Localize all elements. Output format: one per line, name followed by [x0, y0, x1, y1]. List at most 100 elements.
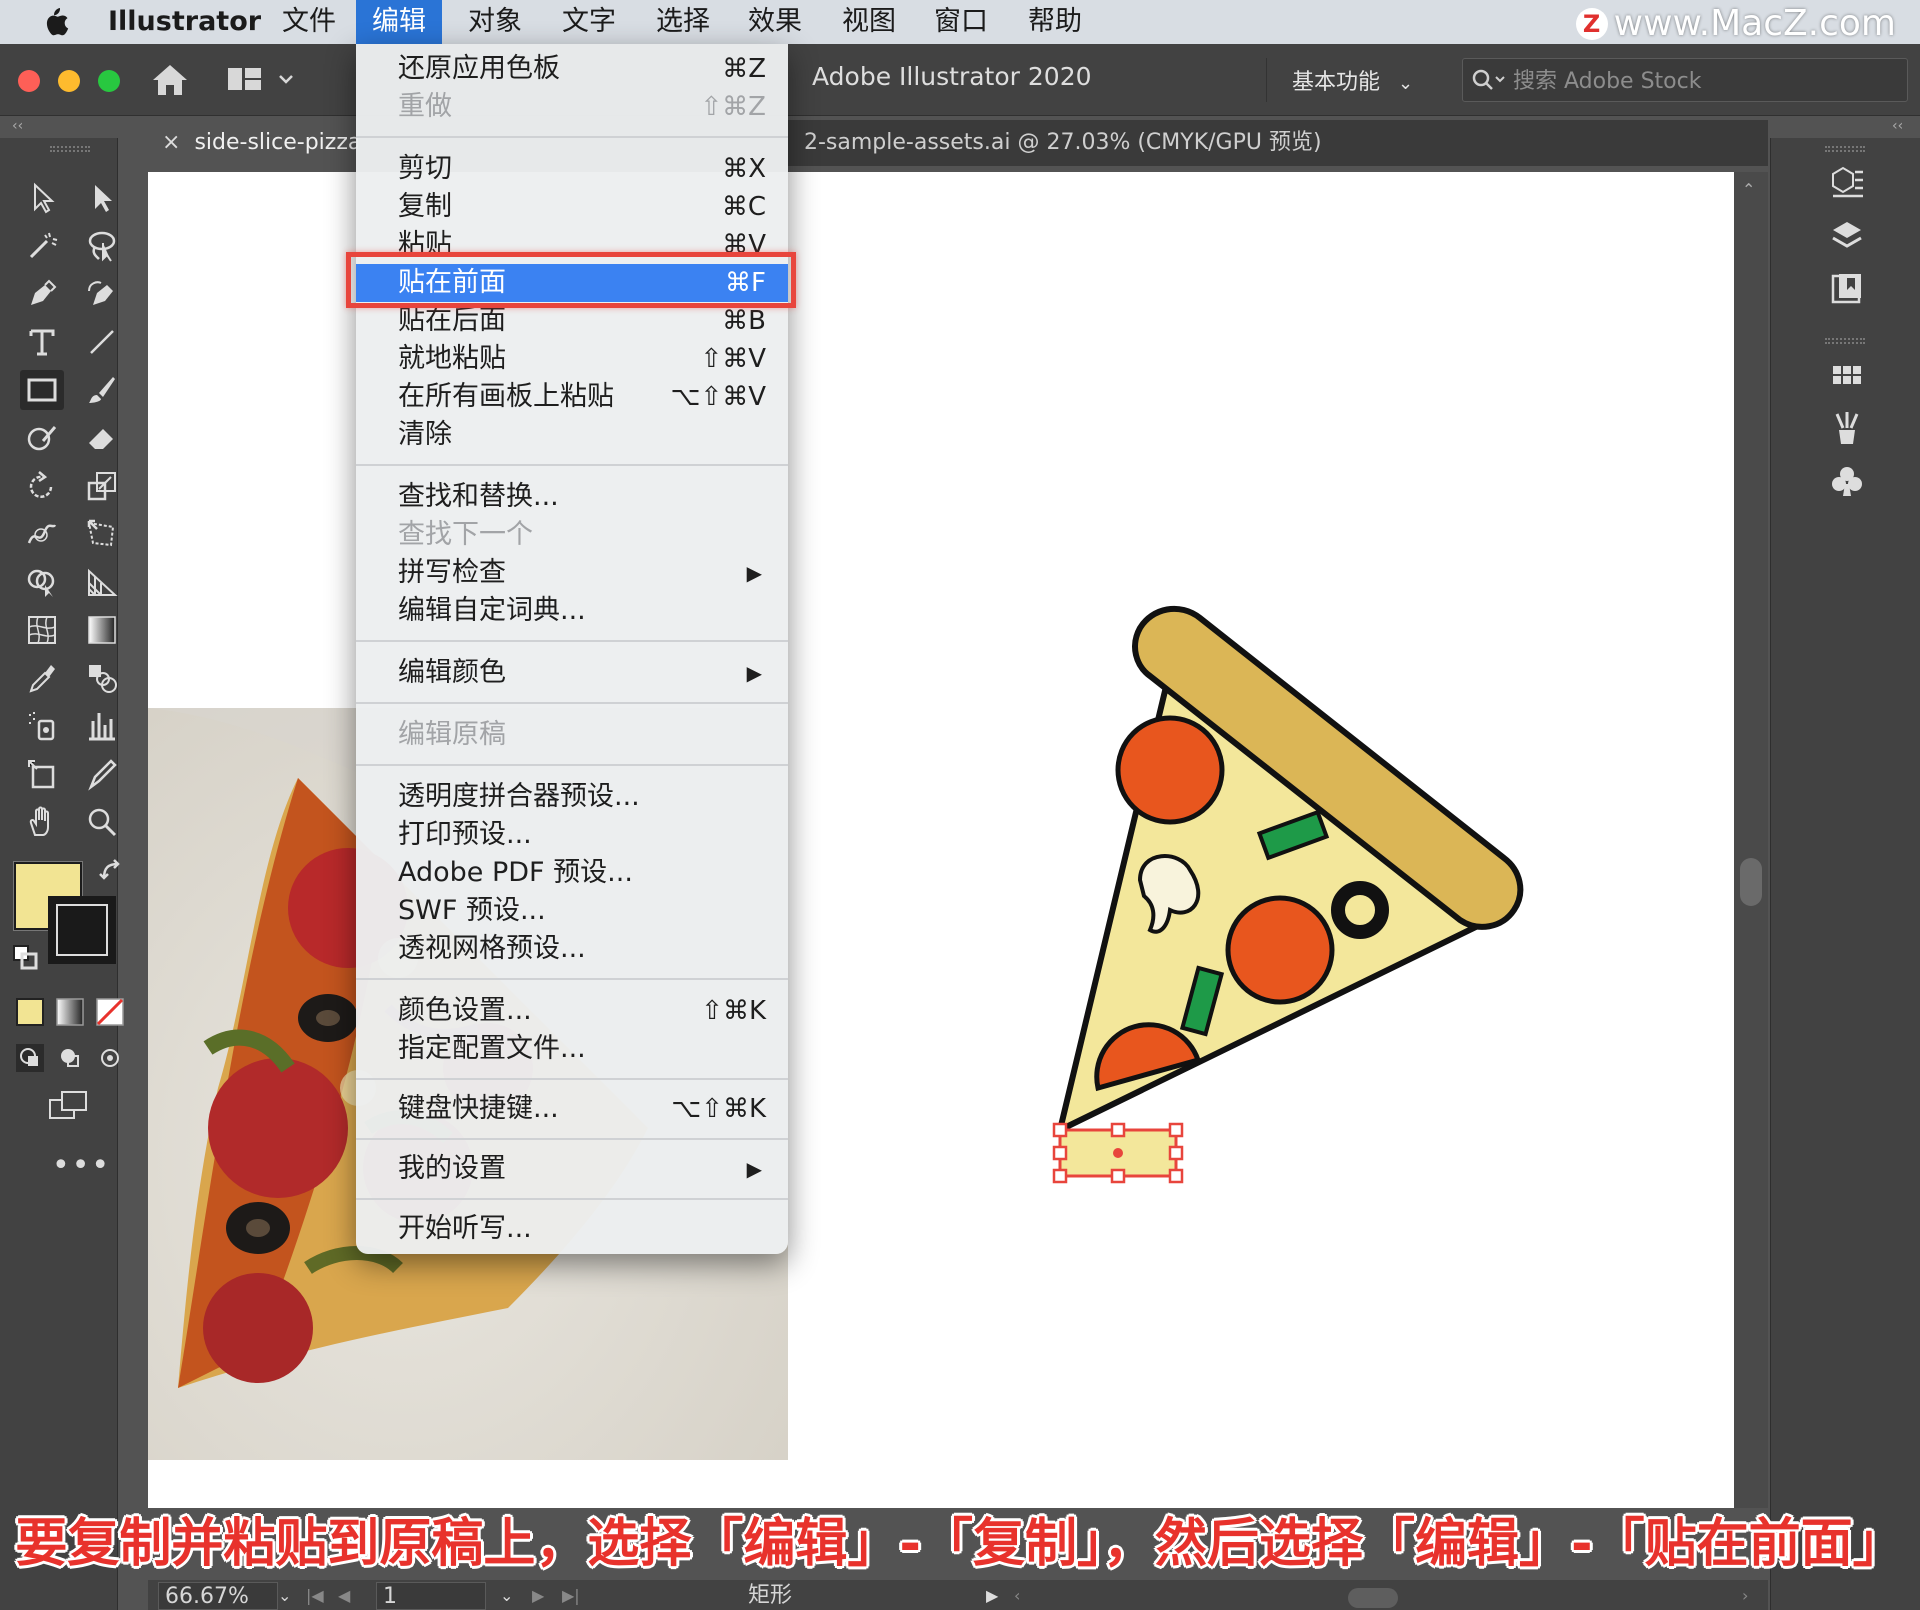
none-mode-icon[interactable] — [96, 998, 124, 1026]
symbol-sprayer-tool[interactable] — [20, 706, 64, 746]
window-close-button[interactable] — [18, 70, 40, 92]
tab-sample-assets[interactable]: 2-sample-assets.ai @ 27.03% (CMYK/GPU 预览… — [798, 120, 1458, 166]
menu-item-keyboard-shortcuts[interactable]: 键盘快捷键... ⌥⇧⌘K — [356, 1090, 788, 1128]
swap-fill-stroke-icon[interactable] — [98, 858, 126, 886]
arrange-documents-icon[interactable] — [228, 66, 296, 94]
vertical-scrollbar[interactable]: ⌃ — [1734, 172, 1768, 1508]
first-artboard-icon[interactable]: |◀ — [306, 1582, 324, 1610]
menu-type[interactable]: 文字 — [546, 0, 632, 44]
properties-panel-icon[interactable] — [1829, 164, 1865, 200]
eyedropper-tool[interactable] — [20, 658, 64, 698]
eraser-tool[interactable] — [80, 418, 124, 458]
type-tool[interactable] — [20, 322, 64, 362]
chevron-down-icon[interactable]: ⌄ — [278, 1582, 291, 1610]
home-icon[interactable] — [150, 62, 190, 98]
menu-item-transparency-flattener-presets[interactable]: 透明度拼合器预设... — [356, 778, 788, 816]
shaper-tool[interactable] — [20, 418, 64, 458]
zoom-tool[interactable] — [80, 802, 124, 842]
direct-selection-tool[interactable] — [80, 178, 124, 218]
menu-help[interactable]: 帮助 — [1012, 0, 1098, 44]
workspace-switcher[interactable]: 基本功能 ⌄ — [1292, 64, 1413, 96]
slice-tool[interactable] — [80, 754, 124, 794]
window-minimize-button[interactable] — [58, 70, 80, 92]
paintbrush-tool[interactable] — [80, 370, 124, 410]
edit-toolbar-button[interactable]: ••• — [52, 1148, 111, 1183]
screen-mode-icon[interactable] — [48, 1088, 88, 1124]
scroll-right-icon[interactable]: › — [1742, 1582, 1748, 1610]
panel-grip[interactable] — [1825, 338, 1865, 344]
menu-item-paste-in-place[interactable]: 就地粘贴 ⇧⌘V — [356, 340, 788, 378]
adobe-stock-search[interactable] — [1462, 58, 1908, 102]
shape-builder-tool[interactable] — [20, 562, 64, 602]
scroll-left-icon[interactable]: ‹ — [1014, 1582, 1020, 1610]
menu-edit[interactable]: 编辑 — [356, 0, 442, 44]
menu-item-clear[interactable]: 清除 — [356, 416, 788, 454]
window-zoom-button[interactable] — [98, 70, 120, 92]
menu-item-find-replace[interactable]: 查找和替换... — [356, 478, 788, 516]
chevron-up-icon[interactable]: ⌃ — [1742, 180, 1755, 199]
menu-window[interactable]: 窗口 — [918, 0, 1004, 44]
symbols-panel-icon[interactable] — [1829, 464, 1865, 500]
panel-collapse-icon[interactable]: ‹‹ — [1892, 118, 1903, 134]
menu-item-paste-in-front[interactable]: 贴在前面 ⌘F — [356, 264, 788, 302]
menu-item-print-presets[interactable]: 打印预设... — [356, 816, 788, 854]
libraries-panel-icon[interactable] — [1829, 270, 1865, 306]
curvature-tool[interactable] — [80, 274, 124, 314]
layers-panel-icon[interactable] — [1829, 218, 1865, 254]
menu-item-copy[interactable]: 复制 ⌘C — [356, 188, 788, 226]
gradient-tool[interactable] — [80, 610, 124, 650]
menu-item-perspective-grid-presets[interactable]: 透视网格预设... — [356, 930, 788, 968]
status-menu-arrow-icon[interactable]: ▶ — [986, 1582, 998, 1610]
mesh-tool[interactable] — [20, 610, 64, 650]
brushes-panel-icon[interactable] — [1829, 410, 1865, 446]
last-artboard-icon[interactable]: ▶| — [562, 1582, 580, 1610]
search-input[interactable] — [1513, 65, 1893, 97]
menu-view[interactable]: 视图 — [826, 0, 912, 44]
tab-side-slice-pizza[interactable]: × side-slice-pizza- — [148, 120, 358, 166]
perspective-grid-tool[interactable] — [80, 562, 124, 602]
rectangle-tool[interactable] — [20, 370, 64, 410]
menu-app-illustrator[interactable]: Illustrator — [92, 0, 277, 44]
artboard-tool[interactable] — [20, 754, 64, 794]
line-segment-tool[interactable] — [80, 322, 124, 362]
blend-tool[interactable] — [80, 658, 124, 698]
scrollbar-thumb[interactable] — [1740, 858, 1762, 906]
pizza-slice-artwork[interactable] — [1040, 570, 1580, 1190]
menu-item-pdf-presets[interactable]: Adobe PDF 预设... — [356, 854, 788, 892]
menu-item-edit-custom-dictionary[interactable]: 编辑自定词典... — [356, 592, 788, 630]
menu-item-undo[interactable]: 还原应用色板 ⌘Z — [356, 50, 788, 88]
menu-item-assign-profile[interactable]: 指定配置文件... — [356, 1030, 788, 1068]
menu-item-paste-on-all-artboards[interactable]: 在所有画板上粘贴 ⌥⇧⌘V — [356, 378, 788, 416]
menu-item-swf-presets[interactable]: SWF 预设... — [356, 892, 788, 930]
chevron-down-icon[interactable]: ⌄ — [500, 1582, 513, 1610]
color-mode-icon[interactable] — [16, 998, 44, 1026]
menu-item-edit-colors[interactable]: 编辑颜色 ▶ — [356, 654, 788, 692]
gradient-mode-icon[interactable] — [56, 998, 84, 1026]
pepperoni[interactable] — [1225, 895, 1335, 1005]
next-artboard-icon[interactable]: ▶ — [532, 1582, 544, 1610]
default-fill-stroke-icon[interactable] — [12, 944, 40, 972]
panel-grip[interactable] — [1825, 146, 1865, 152]
hand-tool[interactable] — [20, 802, 64, 842]
pepperoni[interactable] — [1115, 715, 1225, 825]
zoom-level-field[interactable]: 66.67% — [158, 1582, 278, 1610]
panel-grip[interactable] — [50, 146, 90, 152]
menu-item-start-dictation[interactable]: 开始听写... — [356, 1210, 788, 1248]
magic-wand-tool[interactable] — [20, 226, 64, 266]
menu-effect[interactable]: 效果 — [732, 0, 818, 44]
draw-behind-icon[interactable] — [56, 1044, 84, 1072]
menu-item-spell-check[interactable]: 拼写检查 ▶ — [356, 554, 788, 592]
horizontal-scrollbar-thumb[interactable] — [1348, 1588, 1398, 1608]
artboard-number-field[interactable]: 1 — [376, 1582, 486, 1610]
rotate-tool[interactable] — [20, 466, 64, 506]
selected-rectangle[interactable] — [1052, 1122, 1184, 1184]
swatches-panel-icon[interactable] — [1829, 358, 1865, 394]
menu-file[interactable]: 文件 — [266, 0, 352, 44]
warp-tool[interactable] — [20, 514, 64, 554]
menu-item-paste-in-back[interactable]: 贴在后面 ⌘B — [356, 302, 788, 340]
pen-tool[interactable] — [20, 274, 64, 314]
stroke-color-swatch[interactable] — [48, 896, 116, 964]
menu-object[interactable]: 对象 — [452, 0, 538, 44]
previous-artboard-icon[interactable]: ◀ — [338, 1582, 350, 1610]
selection-tool[interactable] — [20, 178, 64, 218]
